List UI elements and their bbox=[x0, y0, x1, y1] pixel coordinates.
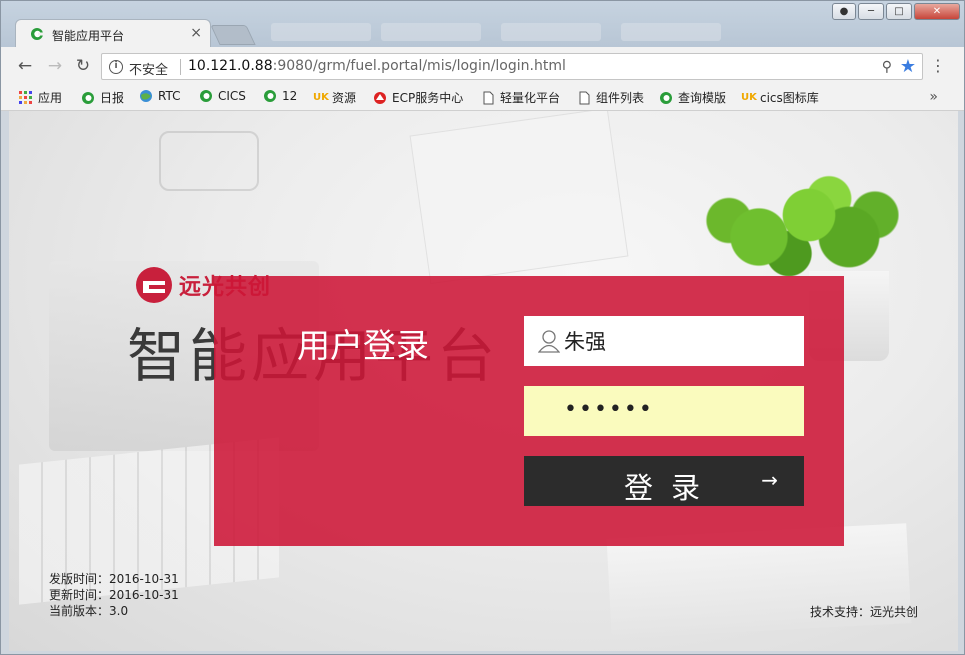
login-panel: 用户登录 朱强 •••••• 登录 → bbox=[214, 276, 844, 546]
background-paper bbox=[409, 111, 629, 285]
bookmark-label: 12 bbox=[282, 89, 298, 103]
globe-icon bbox=[140, 90, 152, 102]
username-value: 朱强 bbox=[564, 330, 606, 354]
forward-arrow-icon[interactable]: → bbox=[45, 56, 65, 76]
bookmark-daily[interactable]: 日报 bbox=[81, 89, 124, 106]
bookmark-lightweight[interactable]: 轻量化平台 bbox=[481, 89, 560, 106]
ecp-logo-icon bbox=[374, 91, 386, 104]
tab-close-icon[interactable]: × bbox=[190, 25, 202, 41]
c-logo-icon bbox=[200, 90, 212, 102]
browser-toolbar: ← → ↻ i 不安全 10.121.0.88:9080/grm/fuel.po… bbox=[1, 47, 964, 85]
reload-icon[interactable]: ↻ bbox=[73, 56, 93, 76]
security-label[interactable]: 不安全 bbox=[129, 59, 168, 78]
login-button-label: 登录 bbox=[624, 471, 719, 505]
bookmark-label: 日报 bbox=[100, 91, 125, 105]
publish-date: 发版时间：2016-10-31 bbox=[49, 572, 179, 586]
blurred-tab bbox=[501, 23, 601, 41]
c-logo-icon bbox=[660, 91, 672, 104]
info-icon[interactable]: i bbox=[109, 60, 123, 74]
url-host: 10.121.0.88 bbox=[188, 58, 273, 74]
page-icon bbox=[483, 91, 494, 104]
bookmark-resources[interactable]: UK 资源 bbox=[313, 89, 356, 106]
bookmark-label: 轻量化平台 bbox=[500, 91, 561, 105]
uk-logo-icon: UK bbox=[741, 91, 757, 103]
profile-icon[interactable]: ● bbox=[832, 3, 856, 20]
url-path: :9080/grm/fuel.portal/mis/login/login.ht… bbox=[272, 58, 566, 74]
url-text[interactable]: 10.121.0.88:9080/grm/fuel.portal/mis/log… bbox=[188, 58, 566, 74]
browser-menu-icon[interactable]: ⋮ bbox=[930, 56, 946, 76]
browser-window: 智能应用平台 × ● ─ □ ✕ ← → ↻ i 不安全 10.121.0.88… bbox=[0, 0, 965, 655]
bookmark-label: 查询模版 bbox=[678, 91, 727, 105]
background-plant bbox=[699, 171, 899, 281]
bookmarks-overflow-icon[interactable]: » bbox=[929, 89, 938, 105]
page-icon bbox=[579, 91, 590, 104]
login-title: 用户登录 bbox=[297, 326, 429, 365]
bookmark-ecp[interactable]: ECP服务中心 bbox=[373, 89, 463, 106]
update-date: 更新时间：2016-10-31 bbox=[49, 588, 179, 602]
blurred-tab bbox=[621, 23, 721, 41]
release-info: 发版时间：2016-10-31 更新时间：2016-10-31 当前版本：3.0 bbox=[49, 571, 179, 619]
bookmark-components[interactable]: 组件列表 bbox=[577, 89, 644, 106]
bookmark-rtc[interactable]: RTC bbox=[139, 89, 180, 103]
tab-active[interactable]: 智能应用平台 × bbox=[15, 19, 211, 47]
bookmark-label: RTC bbox=[158, 89, 181, 103]
divider bbox=[180, 59, 181, 75]
bookmark-label: cics图标库 bbox=[760, 91, 819, 105]
close-window-icon[interactable]: ✕ bbox=[914, 3, 960, 20]
title-bar: 智能应用平台 × ● ─ □ ✕ bbox=[1, 1, 964, 47]
password-value: •••••• bbox=[564, 397, 654, 422]
c-logo-icon bbox=[264, 90, 276, 102]
uk-logo-icon: UK bbox=[313, 91, 329, 103]
bookmark-star-icon[interactable]: ★ bbox=[900, 56, 916, 77]
c-logo-icon bbox=[82, 91, 94, 104]
c-logo-icon bbox=[31, 28, 44, 40]
blurred-tab bbox=[271, 23, 371, 41]
bookmark-apps[interactable]: 应用 bbox=[19, 89, 62, 106]
apps-grid-icon bbox=[19, 90, 32, 104]
bookmark-cics-icons[interactable]: UK cics图标库 bbox=[741, 89, 819, 106]
key-icon[interactable]: ⚲ bbox=[882, 59, 892, 75]
bookmark-label: 应用 bbox=[38, 91, 63, 105]
version: 当前版本：3.0 bbox=[49, 604, 129, 618]
back-arrow-icon[interactable]: ← bbox=[15, 56, 35, 76]
bookmark-cics[interactable]: CICS bbox=[199, 89, 246, 103]
login-page: 远光共创 智能应用平台 用户登录 朱强 •••••• 登录 → 发版时间：201… bbox=[9, 111, 958, 651]
background-sketch bbox=[159, 131, 259, 191]
brand-mark-icon bbox=[136, 267, 172, 303]
bookmark-label: 资源 bbox=[332, 91, 357, 105]
login-button[interactable]: 登录 → bbox=[524, 456, 804, 506]
maximize-icon[interactable]: □ bbox=[886, 3, 912, 20]
password-field[interactable]: •••••• bbox=[524, 386, 804, 436]
tab-title: 智能应用平台 bbox=[52, 29, 125, 43]
tech-support: 技术支持：远光共创 bbox=[809, 605, 918, 619]
bookmark-label: CICS bbox=[218, 89, 246, 103]
address-bar[interactable]: i 不安全 10.121.0.88:9080/grm/fuel.portal/m… bbox=[101, 53, 923, 80]
user-icon bbox=[538, 330, 560, 353]
bookmarks-bar: 应用 日报 RTC CICS 12 UK 资源 ECP服务中心 轻量化平台 组件… bbox=[1, 85, 964, 111]
bookmark-query-template[interactable]: 查询模版 bbox=[659, 89, 726, 106]
blurred-tab bbox=[381, 23, 481, 41]
bookmark-12[interactable]: 12 bbox=[263, 89, 297, 103]
minimize-icon[interactable]: ─ bbox=[858, 3, 884, 20]
username-field[interactable]: 朱强 bbox=[524, 316, 804, 366]
new-tab-button[interactable] bbox=[210, 25, 256, 45]
bookmark-label: ECP服务中心 bbox=[392, 91, 464, 105]
bookmark-label: 组件列表 bbox=[596, 91, 645, 105]
window-controls: ● ─ □ ✕ bbox=[832, 3, 960, 20]
arrow-right-icon: → bbox=[761, 468, 778, 492]
